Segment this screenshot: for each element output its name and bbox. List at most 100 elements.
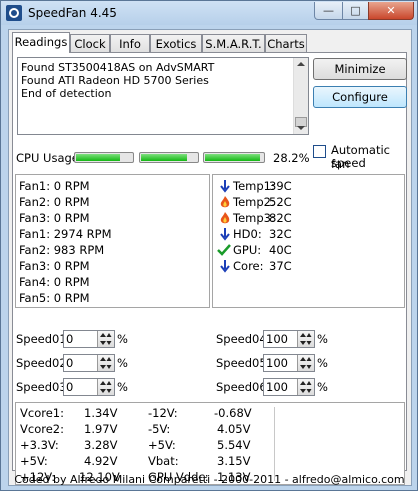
check-icon bbox=[217, 243, 231, 257]
configure-button[interactable]: Configure bbox=[313, 86, 407, 108]
voltage-value: 4.92V bbox=[84, 454, 118, 468]
readings-page: Found ST3500418AS on AdvSMART Found ATI … bbox=[12, 52, 407, 485]
arrow-down-icon bbox=[219, 179, 231, 193]
minimize-button[interactable]: Minimize bbox=[313, 58, 407, 80]
fan-reading: Fan3: 0 RPM bbox=[19, 211, 90, 225]
voltage-value: 1.34V bbox=[84, 406, 118, 420]
fan-reading: Fan1: 2974 RPM bbox=[19, 227, 112, 241]
percent-sign: % bbox=[117, 332, 128, 346]
log-scrollbar[interactable] bbox=[293, 58, 308, 134]
automatic-fan-speed-label: speed bbox=[331, 156, 366, 170]
temp-label: GPU: bbox=[233, 243, 262, 257]
speed04-spinner[interactable]: 100 bbox=[263, 330, 315, 348]
fans-panel: Fan1: 0 RPM Fan2: 0 RPM Fan3: 0 RPM Fan1… bbox=[15, 174, 210, 308]
spin-arrows-icon[interactable] bbox=[97, 379, 114, 395]
speed-value[interactable]: 100 bbox=[266, 380, 288, 394]
tab-exotics[interactable]: Exotics bbox=[150, 34, 202, 52]
voltage-label: +5V: bbox=[20, 454, 48, 468]
speedfan-window: SpeedFan 4.45 — □ ✕ Readings Clock Info … bbox=[0, 0, 418, 491]
speed03-spinner[interactable]: 0 bbox=[63, 378, 115, 396]
voltage-label: +3.3V: bbox=[20, 438, 59, 452]
fan-reading: Fan4: 0 RPM bbox=[19, 275, 90, 289]
speed01-spinner[interactable]: 0 bbox=[63, 330, 115, 348]
fan-reading: Fan5: 0 RPM bbox=[19, 291, 90, 305]
fan-reading: Fan3: 0 RPM bbox=[19, 259, 90, 273]
speed06-spinner[interactable]: 100 bbox=[263, 378, 315, 396]
column-divider bbox=[274, 407, 275, 481]
speed-value[interactable]: 100 bbox=[266, 332, 288, 346]
cpu-bar-fill bbox=[141, 154, 187, 161]
voltage-value: 1.97V bbox=[84, 422, 118, 436]
log-line: Found ATI Radeon HD 5700 Series bbox=[21, 74, 209, 87]
spin-arrows-icon[interactable] bbox=[297, 379, 314, 395]
temp-value: 32C bbox=[269, 227, 292, 241]
title-bar[interactable]: SpeedFan 4.45 — □ ✕ bbox=[1, 1, 417, 25]
cpu-bar bbox=[74, 152, 134, 163]
detection-log[interactable]: Found ST3500418AS on AdvSMART Found ATI … bbox=[17, 57, 309, 135]
spin-arrows-icon[interactable] bbox=[297, 331, 314, 347]
temp-value: 37C bbox=[269, 259, 292, 273]
tab-readings[interactable]: Readings bbox=[12, 32, 70, 53]
voltage-value: -0.68V bbox=[214, 406, 252, 420]
voltage-value: 3.28V bbox=[84, 438, 118, 452]
percent-sign: % bbox=[117, 356, 128, 370]
speed02-spinner[interactable]: 0 bbox=[63, 354, 115, 372]
arrow-down-icon bbox=[219, 227, 231, 241]
voltage-label: Vbat: bbox=[148, 454, 179, 468]
scroll-down-icon[interactable] bbox=[297, 126, 305, 130]
voltage-label: Vcore1: bbox=[20, 406, 64, 420]
temp-value: 40C bbox=[269, 243, 292, 257]
fan-reading: Fan2: 983 RPM bbox=[19, 243, 105, 257]
speed-value[interactable]: 0 bbox=[66, 380, 73, 394]
voltage-value: 4.05V bbox=[217, 422, 251, 436]
temp-label: HD0: bbox=[233, 227, 262, 241]
temp-value: 52C bbox=[269, 195, 292, 209]
speedfan-app-icon bbox=[6, 5, 22, 21]
fan-reading: Fan2: 0 RPM bbox=[19, 195, 90, 209]
speed05-spinner[interactable]: 100 bbox=[263, 354, 315, 372]
scroll-up-icon[interactable] bbox=[297, 62, 305, 66]
percent-sign: % bbox=[317, 332, 328, 346]
log-line: Found ST3500418AS on AdvSMART bbox=[21, 61, 215, 74]
tab-smart[interactable]: S.M.A.R.T. bbox=[202, 34, 265, 52]
spin-arrows-icon[interactable] bbox=[297, 355, 314, 371]
tab-clock[interactable]: Clock bbox=[70, 34, 110, 52]
automatic-fan-speed-checkbox[interactable] bbox=[313, 145, 326, 158]
close-window-button[interactable]: ✕ bbox=[368, 2, 414, 20]
fan-reading: Fan1: 0 RPM bbox=[19, 179, 90, 193]
voltage-label: -5V: bbox=[148, 422, 171, 436]
tab-charts[interactable]: Charts bbox=[265, 34, 307, 52]
maximize-window-button[interactable]: □ bbox=[342, 2, 369, 20]
cpu-bar-fill bbox=[205, 154, 260, 161]
cpu-bar bbox=[139, 152, 199, 163]
voltage-value: 3.15V bbox=[217, 454, 251, 468]
percent-sign: % bbox=[317, 380, 328, 394]
spin-arrows-icon[interactable] bbox=[97, 355, 114, 371]
speed-value[interactable]: 100 bbox=[266, 356, 288, 370]
speed-value[interactable]: 0 bbox=[66, 356, 73, 370]
percent-sign: % bbox=[317, 356, 328, 370]
window-title: SpeedFan 4.45 bbox=[28, 6, 117, 20]
temp-label: Core: bbox=[233, 259, 264, 273]
tab-info[interactable]: Info bbox=[110, 34, 150, 52]
speed-value[interactable]: 0 bbox=[66, 332, 73, 346]
voltage-label: -12V: bbox=[148, 406, 178, 420]
flame-icon bbox=[219, 211, 231, 225]
spin-arrows-icon[interactable] bbox=[97, 331, 114, 347]
cpu-usage-value: 28.2% bbox=[273, 151, 310, 165]
voltage-label: Vcore2: bbox=[20, 422, 64, 436]
cpu-bar bbox=[203, 152, 265, 163]
voltage-value: 5.54V bbox=[217, 438, 251, 452]
temp-value: 82C bbox=[269, 211, 292, 225]
flame-icon bbox=[219, 195, 231, 209]
voltage-label: +5V: bbox=[148, 438, 176, 452]
log-line: End of detection bbox=[21, 87, 112, 100]
status-bar-text: Coded by Alfredo Milani Comparetti - 200… bbox=[14, 473, 405, 486]
temp-value: 39C bbox=[269, 179, 292, 193]
arrow-down-icon bbox=[219, 259, 231, 273]
percent-sign: % bbox=[117, 380, 128, 394]
cpu-usage-label: CPU Usage bbox=[16, 151, 79, 165]
temperatures-panel: Temp1: 39C Temp2: 52C Temp3: 82C HD0: 32… bbox=[212, 174, 405, 308]
client-area: Readings Clock Info Exotics S.M.A.R.T. C… bbox=[8, 29, 412, 486]
minimize-window-button[interactable]: — bbox=[314, 2, 343, 20]
